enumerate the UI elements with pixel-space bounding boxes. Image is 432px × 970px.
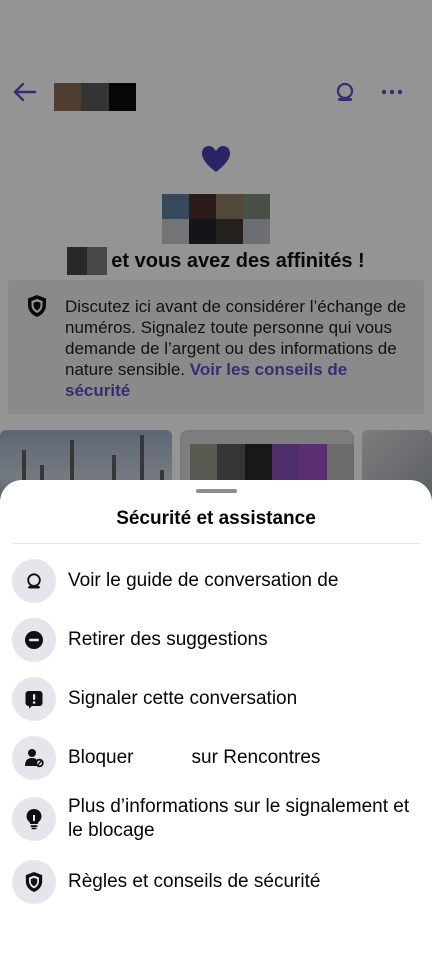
menu-item-remove-suggestions[interactable]: Retirer des suggestions [0, 618, 432, 662]
menu-item-block[interactable]: Bloquer sur Rencontres [0, 736, 432, 780]
sheet-title: Sécurité et assistance [116, 508, 316, 529]
menu-item-safety-rules[interactable]: Règles et conseils de sécurité [0, 860, 432, 904]
minus-circle-icon [12, 618, 56, 662]
block-user-icon [12, 736, 56, 780]
menu-item-label: Règles et conseils de sécurité [68, 871, 321, 892]
divider [12, 543, 420, 544]
menu-item-label: Signaler cette conversation [68, 688, 298, 709]
menu-item-label: Retirer des suggestions [68, 629, 268, 650]
report-icon [12, 677, 56, 721]
menu-item-conversation-guide[interactable]: Voir le guide de conversation de [0, 559, 432, 603]
menu-item-label: Plus d’informations sur le signalement e… [68, 796, 410, 841]
menu-item-label: Voir le guide de conversation de [68, 570, 339, 591]
lightbulb-icon [12, 797, 56, 841]
menu-item-more-info[interactable]: Plus d’informations sur le signalement e… [0, 795, 432, 843]
menu-item-label: Bloquer sur Rencontres [68, 747, 321, 768]
chat-guide-icon [12, 559, 56, 603]
menu-item-report-conversation[interactable]: Signaler cette conversation [0, 677, 432, 721]
shield-icon [12, 860, 56, 904]
drag-handle[interactable] [196, 489, 237, 493]
safety-bottom-sheet: Sécurité et assistance Voir le guide de … [0, 480, 432, 970]
